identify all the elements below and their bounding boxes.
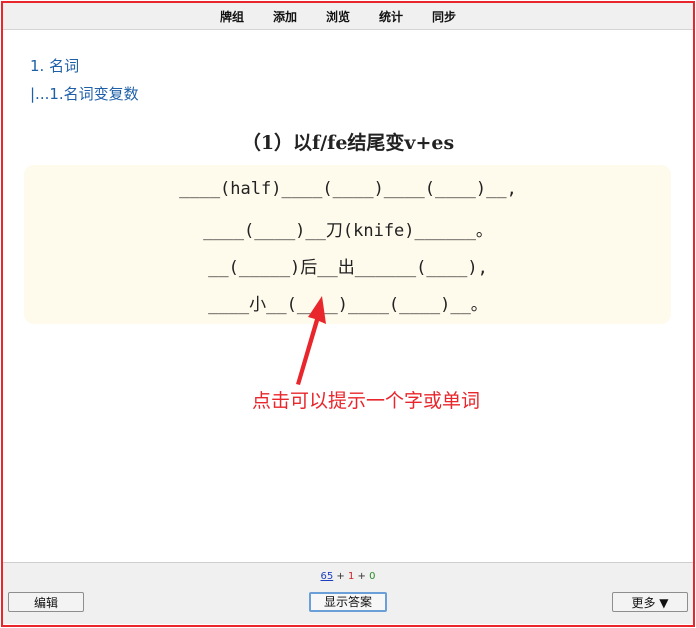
cloze-line-3[interactable]: __(_____)后__出______(____), xyxy=(0,253,696,278)
breadcrumb-level2: |...1.名词变复数 xyxy=(30,85,139,103)
card-title: （1）以f/fe结尾变v+es xyxy=(241,132,455,154)
cloze-line-4[interactable]: ____小__(____)____(____)__。 xyxy=(0,290,696,315)
show-answer-button[interactable]: 显示答案 xyxy=(309,592,387,612)
hint-arrow-icon xyxy=(296,296,326,385)
due-counts: 65 + 1 + 0 xyxy=(3,571,693,582)
nav-decks[interactable]: 牌组 xyxy=(220,8,244,25)
new-count: 65 xyxy=(320,571,334,582)
count-separator: + xyxy=(333,571,348,582)
top-toolbar: 牌组 添加 浏览 统计 同步 xyxy=(3,3,693,30)
nav-browse[interactable]: 浏览 xyxy=(326,8,350,25)
count-separator: + xyxy=(354,571,370,582)
cloze-line-2[interactable]: ____(____)__刀(knife)______。 xyxy=(0,216,696,241)
cloze-line-1[interactable]: ____(half)____(____)____(____)__, xyxy=(0,179,696,199)
bottom-toolbar: 65 + 1 + 0 编辑 显示答案 更多 ▼ xyxy=(3,562,693,624)
nav-stats[interactable]: 统计 xyxy=(379,8,403,25)
nav-add[interactable]: 添加 xyxy=(273,8,297,25)
nav-sync[interactable]: 同步 xyxy=(432,8,456,25)
review-count: 0 xyxy=(369,571,376,582)
breadcrumb-level1: 1. 名词 xyxy=(30,57,80,75)
hint-caption: 点击可以提示一个字或单词 xyxy=(252,390,481,412)
edit-button[interactable]: 编辑 xyxy=(8,592,84,612)
more-button[interactable]: 更多 ▼ xyxy=(612,592,688,612)
